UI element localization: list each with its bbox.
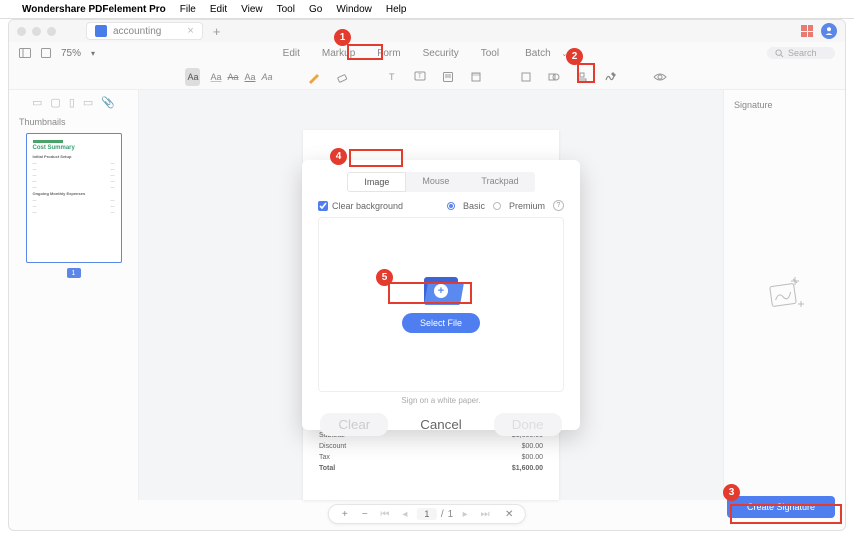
menu-help[interactable]: Help xyxy=(386,4,407,15)
tab-mouse[interactable]: Mouse xyxy=(406,172,465,192)
annotation-badge-5: 5 xyxy=(376,269,393,286)
annotation-badge-2: 2 xyxy=(566,48,583,65)
basic-radio[interactable] xyxy=(447,202,455,210)
annotation-box-signature-tool xyxy=(577,63,595,83)
annotation-box-create-sig xyxy=(730,504,842,524)
dialog-hint: Sign on a white paper. xyxy=(318,396,564,405)
annotation-box-markup xyxy=(347,44,383,60)
annotation-badge-4: 4 xyxy=(330,148,347,165)
dialog-overlay: Image Mouse Trackpad Clear background Ba… xyxy=(9,20,845,530)
menu-file[interactable]: File xyxy=(180,4,196,15)
premium-label: Premium xyxy=(509,201,545,211)
help-icon[interactable]: ? xyxy=(553,200,564,211)
basic-label: Basic xyxy=(463,201,485,211)
annotation-badge-3: 3 xyxy=(723,484,740,501)
menu-go[interactable]: Go xyxy=(309,4,322,15)
menu-view[interactable]: View xyxy=(241,4,263,15)
menu-edit[interactable]: Edit xyxy=(210,4,227,15)
cancel-button[interactable]: Cancel xyxy=(410,413,472,436)
menu-tool[interactable]: Tool xyxy=(277,4,295,15)
annotation-box-image-tab xyxy=(349,149,403,167)
menu-window[interactable]: Window xyxy=(336,4,372,15)
annotation-box-select-file xyxy=(388,282,472,304)
premium-radio[interactable] xyxy=(493,202,501,210)
select-file-button[interactable]: Select File xyxy=(402,313,480,333)
clear-button[interactable]: Clear xyxy=(320,413,388,436)
mac-menubar: Wondershare PDFelement Pro File Edit Vie… xyxy=(0,0,854,19)
app-name[interactable]: Wondershare PDFelement Pro xyxy=(22,4,166,15)
annotation-badge-1: 1 xyxy=(334,29,351,46)
dialog-tabs: Image Mouse Trackpad xyxy=(318,172,564,192)
file-drop-area[interactable]: + Select File xyxy=(318,217,564,392)
app-window: accounting × + 75% ▾ Edit Markup xyxy=(8,19,846,531)
tab-image[interactable]: Image xyxy=(347,172,406,192)
clear-background-checkbox[interactable] xyxy=(318,201,328,211)
done-button[interactable]: Done xyxy=(494,413,562,436)
tab-trackpad[interactable]: Trackpad xyxy=(465,172,534,192)
clear-background-label: Clear background xyxy=(332,201,403,211)
